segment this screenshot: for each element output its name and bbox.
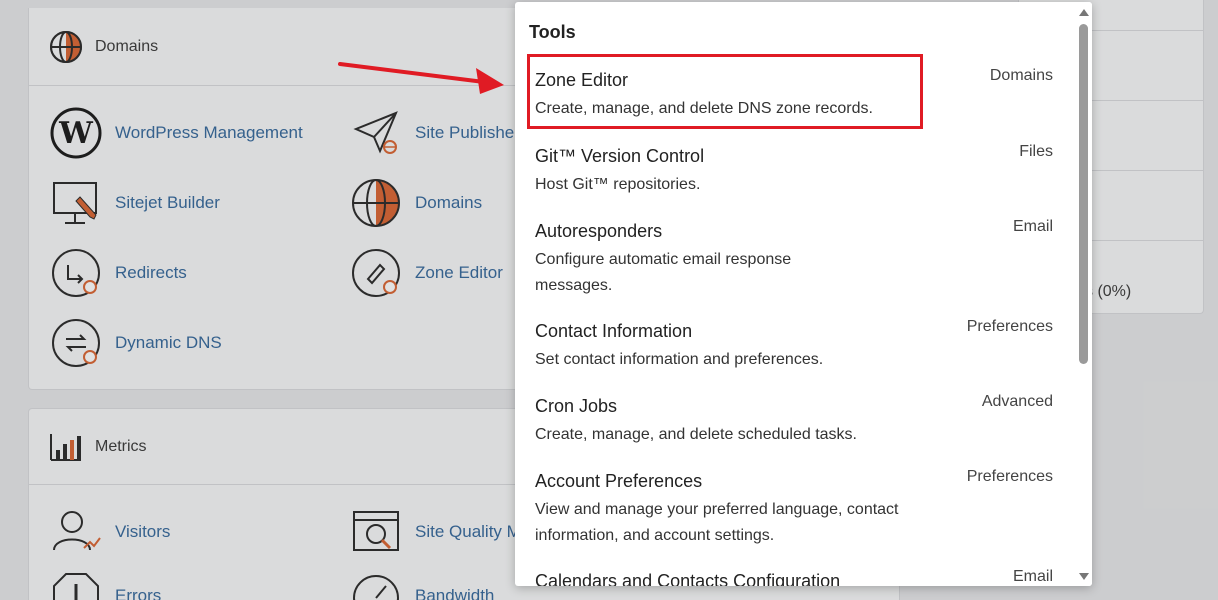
tools-search-dropdown: Tools Zone Editor Create, manage, and de…	[515, 2, 1092, 586]
result-name: Cron Jobs	[535, 396, 618, 416]
result-category: Preferences	[966, 318, 1053, 335]
result-name: Calendars and Contacts Configuration	[535, 571, 841, 586]
result-name: Contact Information	[535, 321, 693, 341]
result-description: Create, manage, and delete scheduled tas…	[535, 426, 857, 443]
scroll-down-icon[interactable]	[1079, 573, 1089, 580]
result-description: Configure automatic email response messa…	[535, 251, 792, 294]
result-name: Git™ Version Control	[535, 146, 705, 166]
result-description: Set contact information and preferences.	[535, 351, 824, 368]
result-item-account-preferences[interactable]: Account Preferences View and manage your…	[515, 468, 1075, 551]
result-category: Files	[1019, 143, 1053, 160]
result-category: Domains	[989, 67, 1053, 84]
result-description: Host Git™ repositories.	[535, 176, 701, 193]
result-name: Account Preferences	[535, 471, 703, 491]
result-description: View and manage your preferred language,…	[535, 501, 899, 544]
annotation-highlight-box	[527, 54, 923, 129]
dropdown-title: Tools	[529, 22, 576, 42]
scrollbar-thumb[interactable]	[1079, 24, 1088, 364]
dropdown-scrollbar[interactable]	[1075, 2, 1092, 586]
result-item-contact-information[interactable]: Contact Information Set contact informat…	[515, 318, 1075, 381]
result-category: Email	[1012, 218, 1053, 235]
scroll-up-icon[interactable]	[1079, 9, 1089, 16]
result-item-autoresponders[interactable]: Autoresponders Configure automatic email…	[515, 218, 1075, 301]
annotation-arrow	[338, 62, 504, 94]
result-category: Preferences	[966, 468, 1053, 485]
result-item-calendars-contacts[interactable]: Calendars and Contacts Configuration Ema…	[515, 568, 1075, 586]
result-category: Advanced	[981, 393, 1053, 410]
result-name: Autoresponders	[535, 221, 663, 241]
result-category: Email	[1012, 568, 1053, 585]
result-item-cron-jobs[interactable]: Cron Jobs Create, manage, and delete sch…	[515, 393, 1075, 456]
result-item-git-version-control[interactable]: Git™ Version Control Host Git™ repositor…	[515, 143, 1075, 206]
